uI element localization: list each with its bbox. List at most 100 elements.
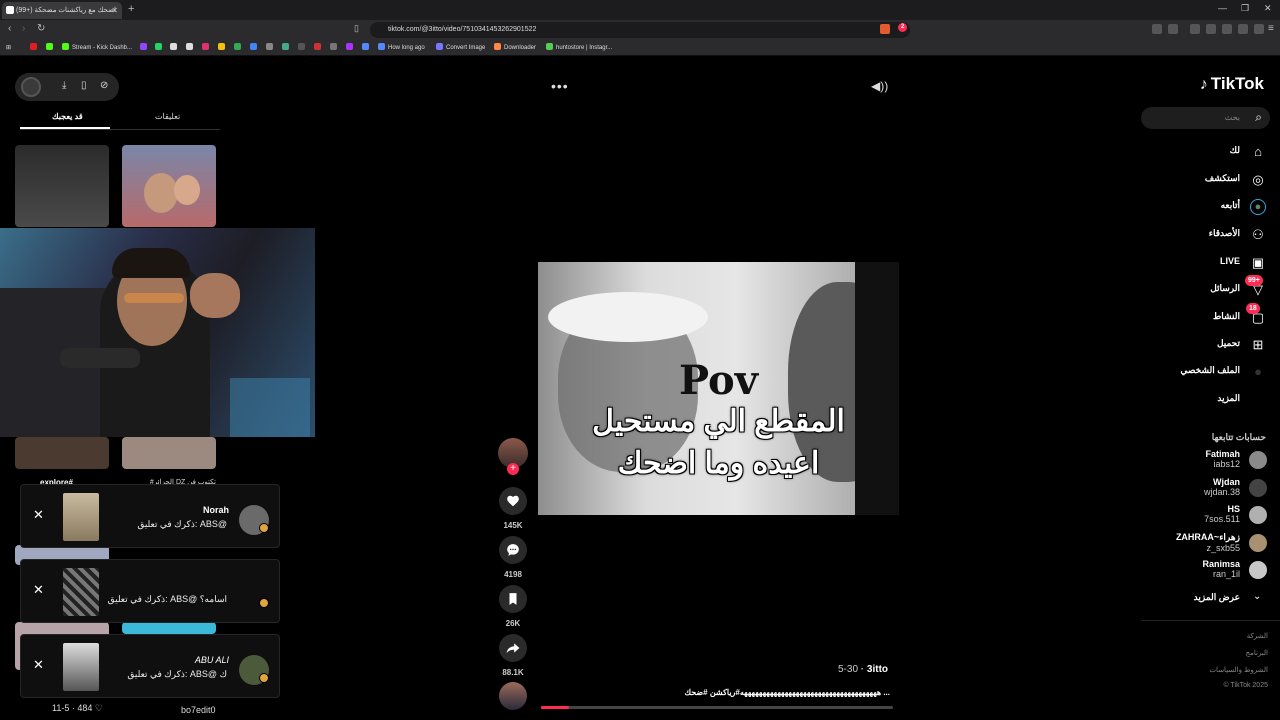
footer-company[interactable]: الشركة (1247, 632, 1268, 640)
bookmark-instagram-icon[interactable] (202, 42, 212, 54)
vpn-icon[interactable] (1254, 24, 1264, 34)
extension-icon[interactable] (1168, 24, 1178, 34)
share-button[interactable] (499, 634, 527, 662)
video-username[interactable]: bo7edit0 (181, 705, 216, 715)
mobile-icon[interactable]: ▯ (81, 80, 87, 91)
close-icon[interactable]: ✕ (33, 507, 44, 523)
search-icon[interactable]: ⌕ (1255, 110, 1262, 125)
video-thumbnail[interactable] (122, 437, 216, 469)
link-icon[interactable]: ⊘ (100, 80, 108, 91)
notification-toast[interactable]: ✕ ذكرك في تعليق: ABS@ اسامه؟ (20, 559, 280, 623)
account-avatar[interactable] (1249, 561, 1267, 579)
home-icon: ⌂ (1254, 144, 1262, 159)
video-thumbnail[interactable] (15, 145, 109, 227)
volume-icon[interactable]: ◀)) (871, 79, 888, 93)
video-thumbnail[interactable] (122, 622, 216, 634)
bookmark-how-long-ago[interactable]: How long ago (378, 42, 425, 54)
video-thumbnail[interactable] (15, 437, 109, 469)
notification-count-badge: 18 (1246, 303, 1260, 314)
comment-button[interactable] (499, 536, 527, 564)
footer-terms[interactable]: الشروط والسياسات (1209, 666, 1268, 674)
video-thumbnail[interactable] (122, 145, 216, 227)
bookmark-youtube[interactable] (30, 42, 40, 54)
maximize-icon[interactable]: ❐ (1241, 3, 1249, 14)
close-icon[interactable]: ✕ (33, 582, 44, 598)
mention-badge-icon (259, 598, 269, 608)
bookmark-icon[interactable] (330, 42, 340, 54)
notification-toast[interactable]: ✕ ABU ALI ذكرك في تعليق: ABS@ ك (20, 634, 280, 698)
minimize-icon[interactable]: — (1218, 3, 1227, 13)
bookmark-page-icon[interactable]: ▯ (354, 23, 359, 34)
bookmark-icon[interactable] (346, 42, 356, 54)
back-icon[interactable]: ‹ (8, 23, 11, 34)
bookmark-icon[interactable] (218, 42, 228, 54)
notification-toast[interactable]: ✕ Norah ذكرك في تعليق: ABS@ (20, 484, 280, 548)
account-avatar[interactable] (1249, 451, 1267, 469)
bookmark-x-icon[interactable] (170, 42, 180, 54)
tab-you-may-like[interactable]: قد يعجبك (52, 112, 83, 121)
video-caption-line1: المقطع الي مستحيل (592, 405, 845, 438)
account-avatar[interactable] (1249, 534, 1267, 552)
download-icon[interactable]: ⤓ (62, 80, 66, 91)
apps-icon[interactable]: ⊞ (6, 42, 11, 54)
bookmark-icon[interactable] (298, 42, 308, 54)
bookmark-icon[interactable] (250, 42, 260, 54)
bookmark-downloader[interactable]: Downloader (494, 42, 536, 54)
account-avatar[interactable] (1249, 479, 1267, 497)
see-more-link[interactable]: عرض المزيد (1194, 592, 1240, 603)
more-options-icon[interactable]: ••• (551, 78, 569, 94)
tab-close-icon[interactable]: ✕ (111, 2, 118, 19)
extension-icon[interactable] (1152, 24, 1162, 34)
video-author-line[interactable]: 5-30 · 3itto (838, 664, 888, 675)
video-player[interactable]: Pov المقطع الي مستحيل اعيده وما اضحك (538, 262, 899, 515)
follow-plus-icon[interactable]: + (507, 463, 519, 475)
following-account[interactable]: Wjdan wjdan.38 (1204, 477, 1240, 497)
reload-icon[interactable]: ↻ (37, 23, 45, 34)
video-progress-bar[interactable] (541, 706, 893, 709)
new-tab-icon[interactable]: + (128, 3, 134, 15)
bookmark-icon[interactable] (362, 42, 372, 54)
notification-video-thumbnail (63, 493, 99, 541)
brave-shield-icon[interactable] (880, 24, 890, 34)
comment-count: 4198 (504, 570, 522, 579)
bookmark-icon[interactable] (282, 42, 292, 54)
menu-icon[interactable]: ≡ (1268, 23, 1274, 34)
video-author[interactable]: 3itto (867, 664, 888, 675)
close-icon[interactable]: ✕ (33, 657, 44, 673)
bookmark-convert-image[interactable]: Convert Image (436, 42, 485, 54)
bookmark-icon[interactable] (234, 42, 244, 54)
following-account[interactable]: HS 7sos.511 (1204, 504, 1240, 524)
bookmark-huntostore[interactable]: huntostore | Instagr... (546, 42, 612, 54)
bookmark-stream-kick[interactable]: Stream - Kick Dashb... (62, 42, 132, 54)
bookmark-whatsapp-icon[interactable] (155, 42, 165, 54)
sidebar-item-label: أتابعه (1220, 200, 1240, 210)
extension-icon[interactable] (1238, 24, 1248, 34)
bookmark-icon[interactable] (266, 42, 276, 54)
video-description[interactable]: هههههههههههههههههههههههههههههههههههههه#ر… (555, 688, 890, 697)
bookmark-tiktok-icon[interactable] (186, 42, 196, 54)
chevron-down-icon[interactable]: ⌄ (1253, 591, 1261, 602)
bookmark-kick-icon[interactable] (46, 42, 56, 54)
footer-copyright: © TikTok 2025 (1223, 682, 1268, 689)
creator-avatar[interactable] (21, 77, 41, 97)
tab-comments[interactable]: تعليقات (155, 112, 180, 121)
sidebar-icon[interactable] (1206, 24, 1216, 34)
window-close-icon[interactable]: ✕ (1264, 3, 1272, 14)
url-bar[interactable]: tiktok.com/@3itto/video/7510341453262901… (370, 22, 910, 38)
forward-icon[interactable]: › (22, 23, 25, 34)
wallet-icon[interactable] (1222, 24, 1232, 34)
like-button[interactable] (499, 487, 527, 515)
save-button[interactable] (499, 585, 527, 613)
bookmark-icon[interactable] (314, 42, 324, 54)
music-disc-avatar[interactable] (499, 682, 527, 710)
following-account[interactable]: ZAHRAA~زهراء z_sxb55 (1176, 532, 1240, 553)
account-avatar[interactable] (1249, 506, 1267, 524)
following-account[interactable]: Ranimsa ran_1il (1202, 559, 1240, 579)
following-account[interactable]: Fatimah iabs12 (1205, 449, 1240, 469)
browser-tab[interactable]: (99+) اضحك مع رياكشنات مضحكة ✕ (2, 2, 122, 19)
search-input[interactable]: بحث ⌕ (1141, 107, 1270, 129)
footer-program[interactable]: البرنامج (1246, 649, 1268, 657)
bookmark-twitch-icon[interactable] (140, 42, 150, 54)
music-icon[interactable] (1190, 24, 1200, 34)
tiktok-logo[interactable]: ♪ TikTok (1200, 74, 1264, 94)
